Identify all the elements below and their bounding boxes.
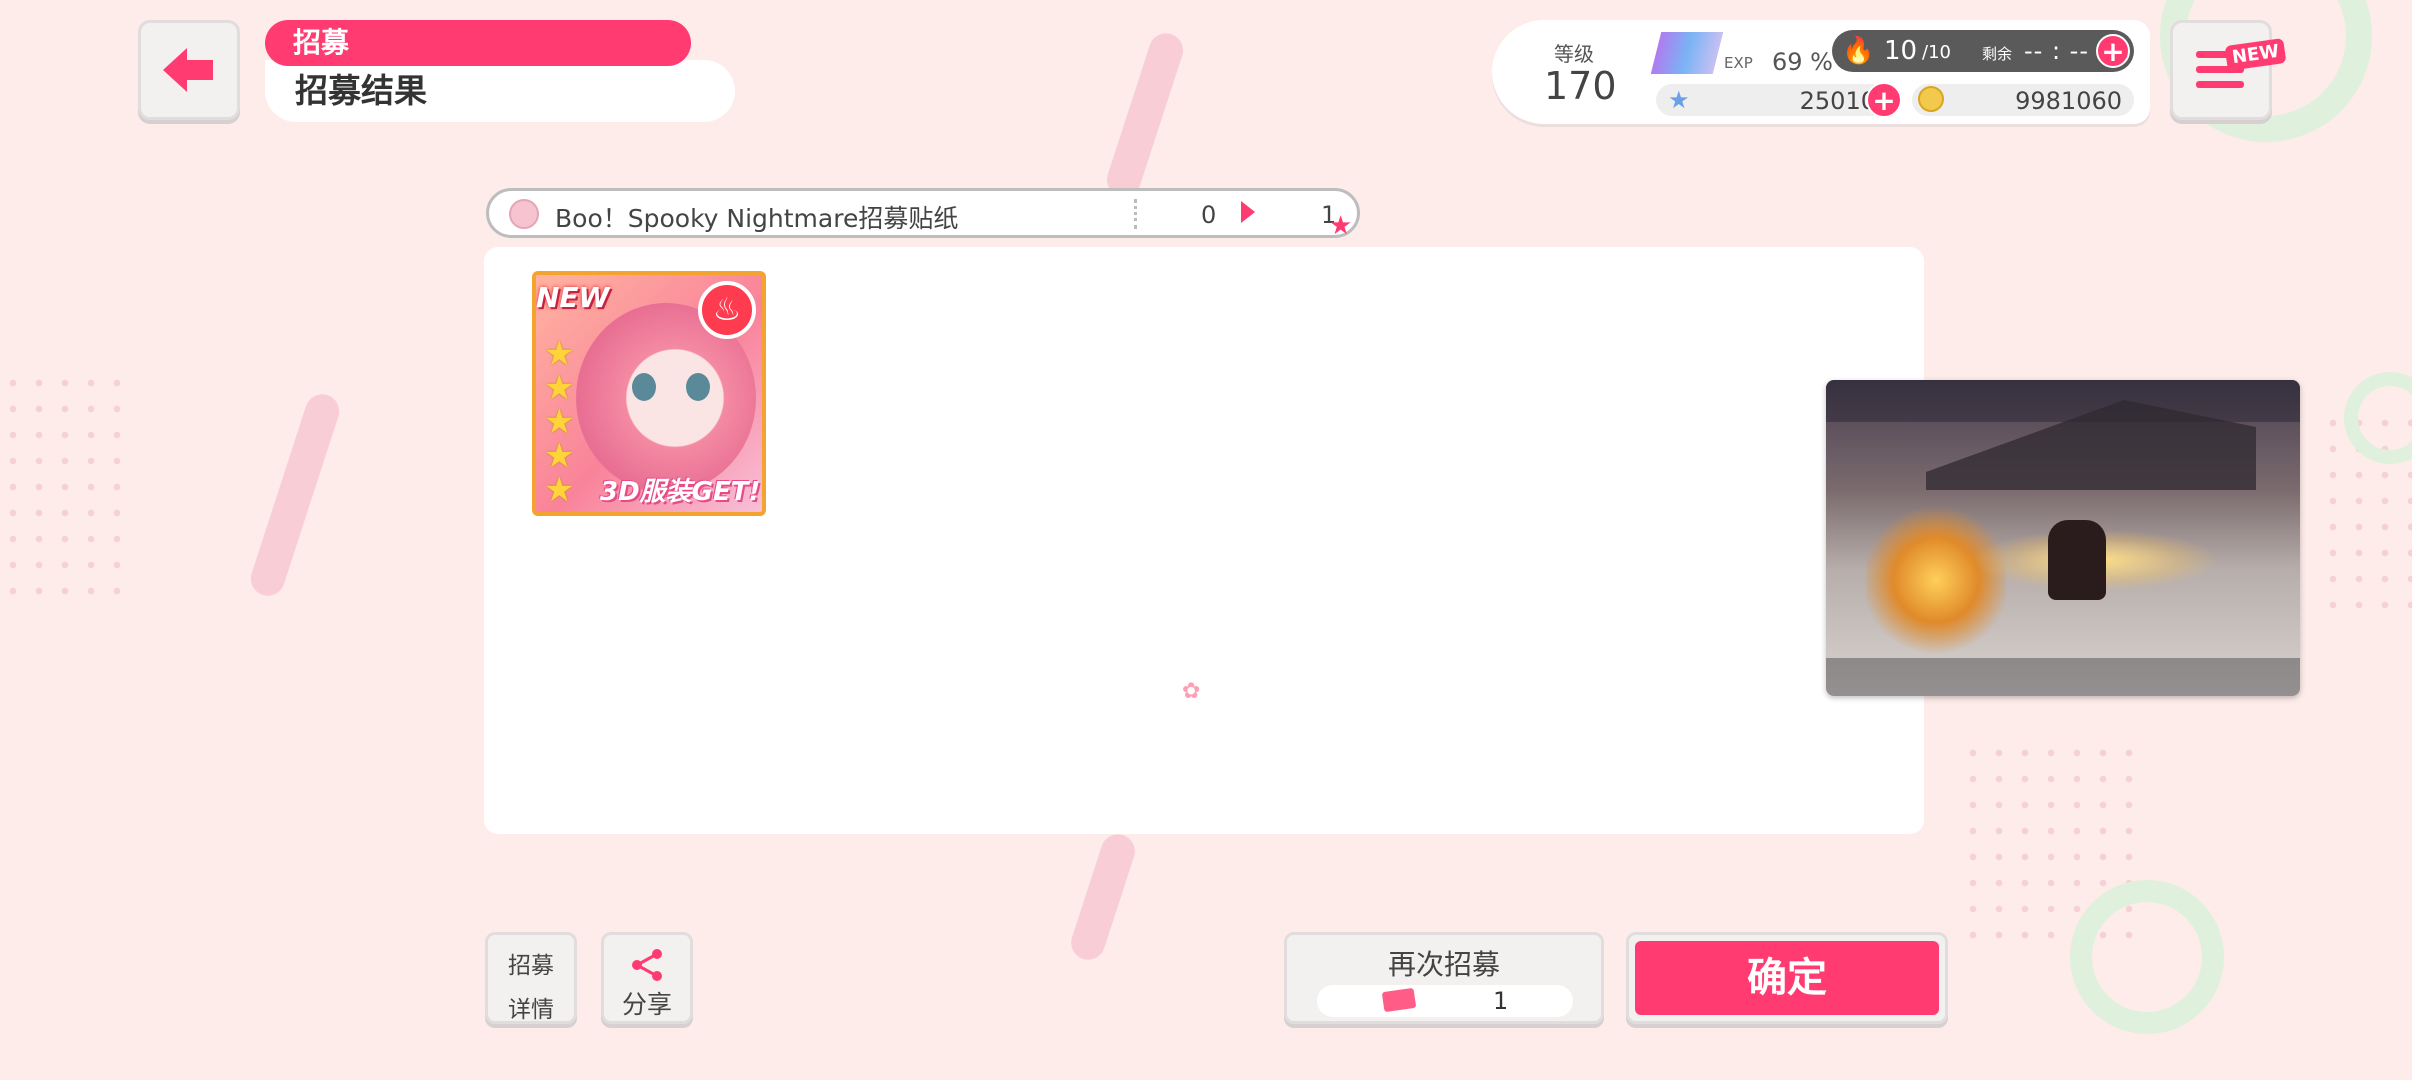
stamina-current: 10 xyxy=(1884,36,1918,66)
share-button[interactable]: 分享 xyxy=(601,932,693,1024)
result-panel: NEW ♨ ★ ★ ★ ★ ★ 3D服装GET! ✿ xyxy=(484,247,1924,834)
thumbnail-bottom-hud xyxy=(1826,658,2300,696)
remaining-label: 剩余 xyxy=(1982,45,2013,63)
stamina-max: /10 xyxy=(1922,42,1951,63)
background-dots xyxy=(0,370,130,600)
fire-attribute-icon: ♨ xyxy=(698,281,756,339)
background-ring xyxy=(2070,880,2224,1034)
thumbnail-character-art xyxy=(2048,520,2106,600)
card-new-label: NEW xyxy=(536,281,610,314)
result-card[interactable]: NEW ♨ ★ ★ ★ ★ ★ 3D服装GET! xyxy=(532,271,766,516)
back-button[interactable] xyxy=(138,20,240,120)
add-star-gems-button[interactable]: + xyxy=(1866,82,1902,118)
recruit-again-label: 再次招募 xyxy=(1387,948,1500,981)
rarity-star-icon: ★ xyxy=(544,470,575,510)
star-icon: ★ xyxy=(1329,211,1353,241)
status-panel: 等级 170 EXP 69 % 🔥 10 /10 剩余 -- : -- + ★ … xyxy=(1492,20,2150,124)
background-bolt xyxy=(1066,829,1140,965)
section-tab: 招募 xyxy=(265,20,691,66)
recruit-cost-value: 1 xyxy=(1493,987,1509,1015)
costume-get-label: 3D服装GET! xyxy=(600,477,761,507)
rarity-star-icon: ★ xyxy=(544,334,575,374)
details-label-line2: 详情 xyxy=(508,997,554,1023)
remaining-time: -- : -- xyxy=(2024,37,2089,65)
rarity-star-icon: ★ xyxy=(544,402,575,442)
menu-button[interactable] xyxy=(2170,20,2272,120)
exp-value: 69 % xyxy=(1772,48,1833,76)
rarity-star-icon: ★ xyxy=(544,368,575,408)
star-gem-icon: ★ xyxy=(1668,86,1690,114)
back-arrow-icon xyxy=(163,48,213,92)
exp-bar xyxy=(1650,32,1724,74)
thumbnail-top-hud xyxy=(1826,380,2300,422)
level-label: 等级 xyxy=(1554,42,1594,66)
coin-icon xyxy=(1918,86,1944,112)
divider xyxy=(1134,199,1137,229)
card-rarity-stars: ★ ★ ★ ★ ★ xyxy=(544,337,574,507)
recruit-cost: 1 xyxy=(1317,985,1573,1017)
coin-counter: 9981060 xyxy=(1912,84,2134,116)
coin-value: 9981060 xyxy=(2015,87,2122,115)
rarity-star-icon: ★ xyxy=(544,436,575,476)
page-title: 招募结果 xyxy=(265,60,735,122)
stamina-bar: 🔥 10 /10 剩余 -- : -- + xyxy=(1832,30,2134,72)
details-label-line1: 招募 xyxy=(508,953,554,979)
recruit-again-button[interactable]: 再次招募 1 xyxy=(1284,932,1604,1024)
confirm-button[interactable]: 确定 xyxy=(1626,932,1948,1024)
add-stamina-button[interactable]: + xyxy=(2096,34,2130,68)
flame-icon: 🔥 xyxy=(1842,36,1875,66)
background-bolt xyxy=(1102,28,1188,202)
sticker-icon xyxy=(509,199,539,229)
sparkle-icon: ✿ xyxy=(1182,679,1201,704)
confirm-label: 确定 xyxy=(1635,941,1939,1015)
ticket-icon xyxy=(1381,987,1417,1013)
background-bolt xyxy=(246,389,344,601)
gacha-info-bar: Boo！Spooky Nightmare招募贴纸 0 1 ★ xyxy=(486,188,1360,241)
star-gem-counter: ★ 25010 xyxy=(1656,84,1888,116)
star-gem-value: 25010 xyxy=(1799,87,1876,115)
level-value: 170 xyxy=(1544,64,1617,108)
gacha-details-button[interactable]: 招募 详情 xyxy=(485,932,577,1024)
exp-label: EXP xyxy=(1724,54,1753,72)
count-before: 0 xyxy=(1201,201,1217,229)
floating-video-thumbnail[interactable] xyxy=(1826,380,2300,696)
card-art-eye xyxy=(632,373,656,401)
card-art-eye xyxy=(686,373,710,401)
share-icon xyxy=(632,949,662,981)
arrow-right-icon xyxy=(1241,201,1255,223)
share-label: 分享 xyxy=(621,990,672,1019)
gacha-name: Boo！Spooky Nightmare招募贴纸 xyxy=(555,204,959,233)
